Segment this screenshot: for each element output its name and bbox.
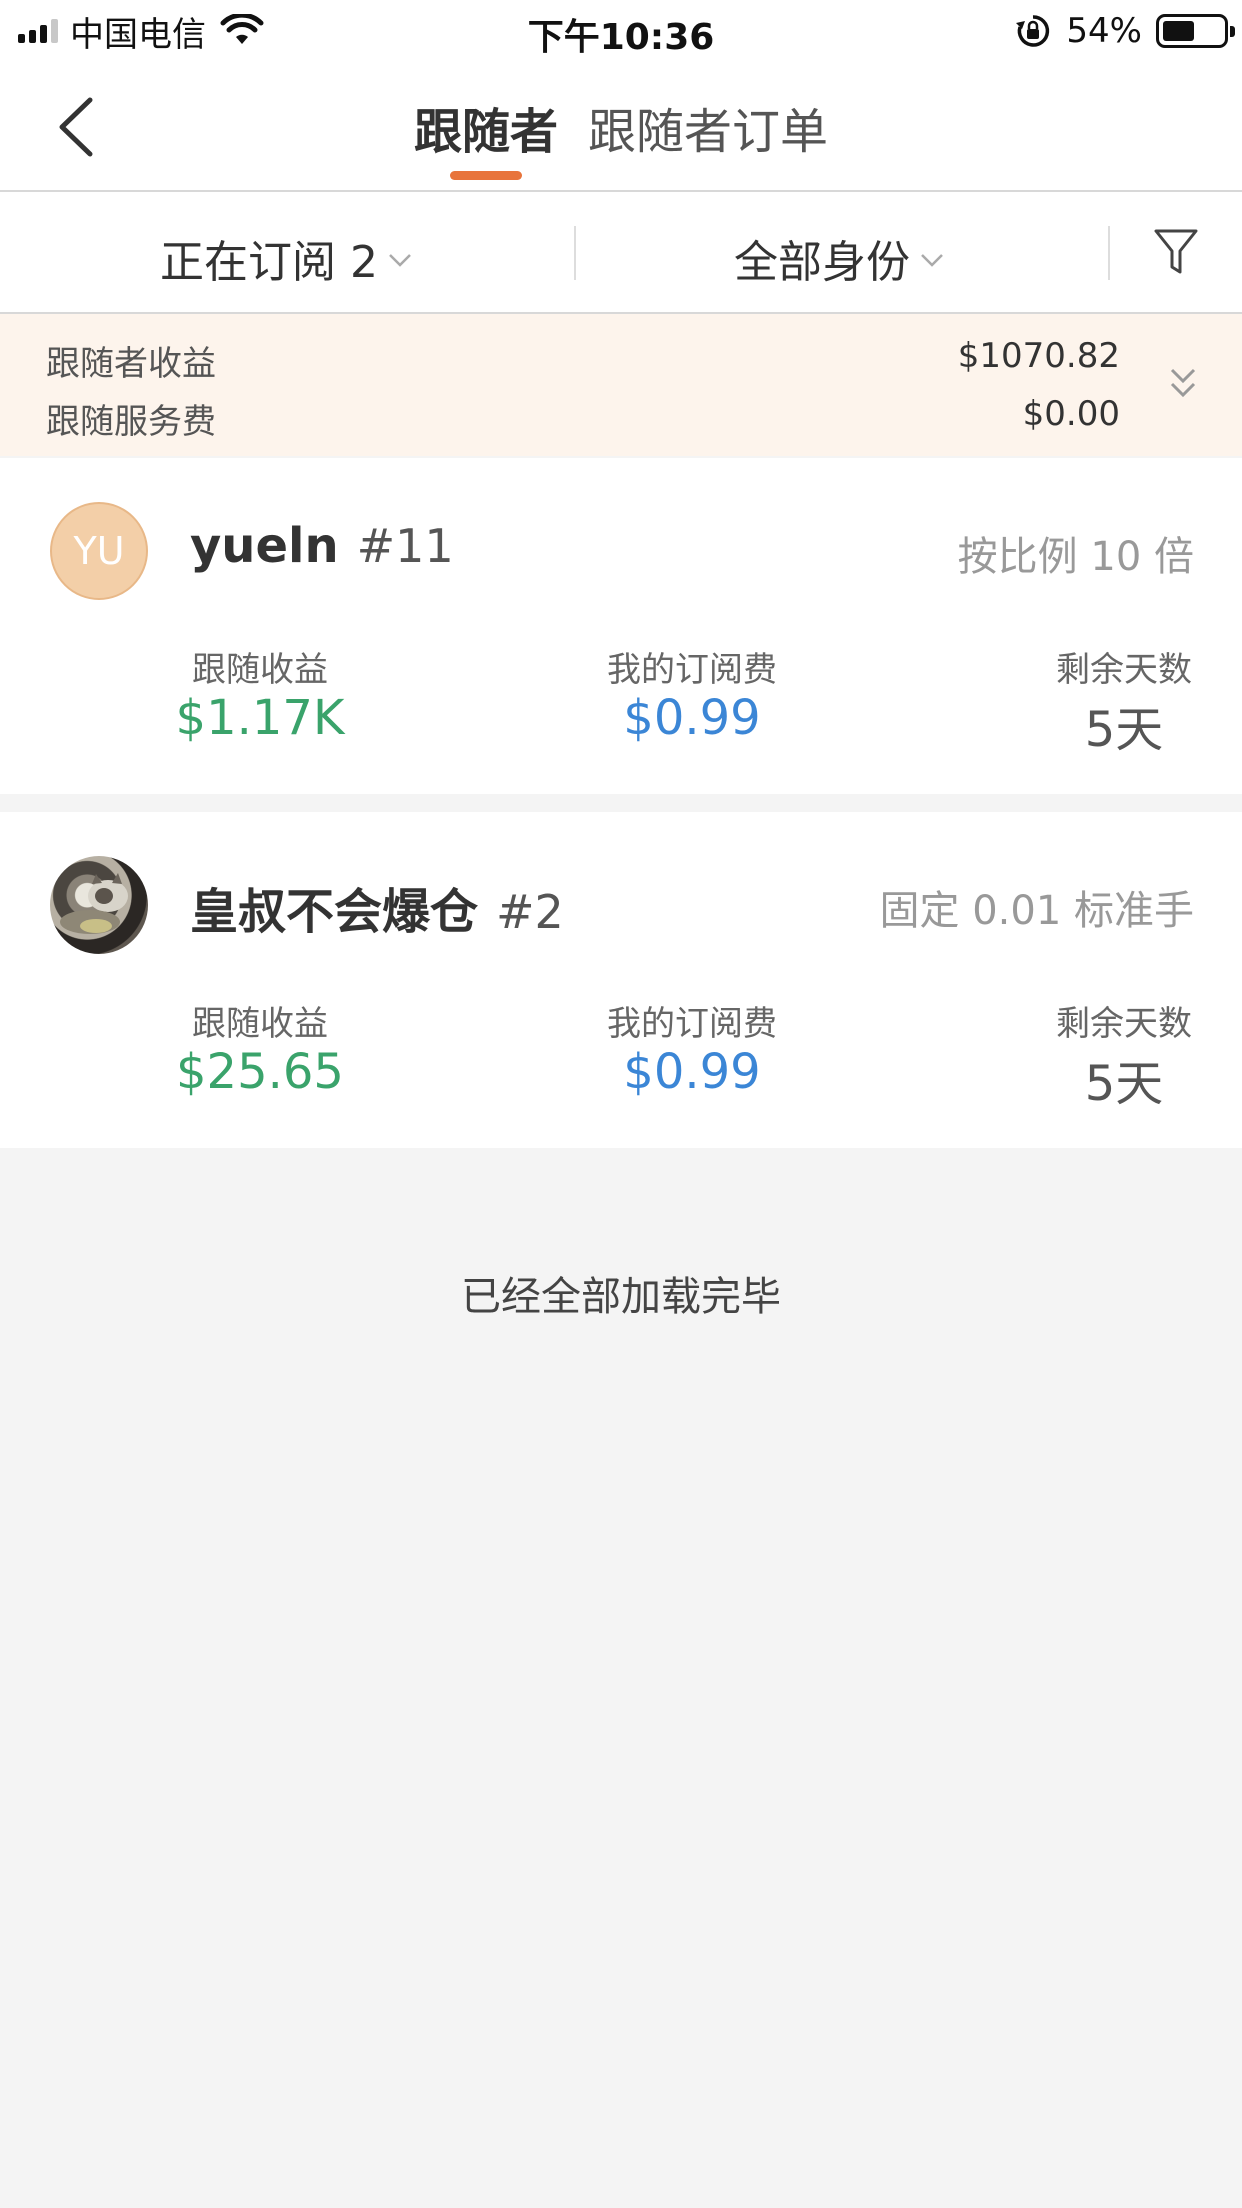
back-icon[interactable] bbox=[50, 92, 104, 162]
nav-bar: 跟随者 跟随者订单 bbox=[0, 62, 1242, 192]
avatar bbox=[50, 856, 148, 954]
follower-number: #2 bbox=[496, 885, 564, 939]
identity-filter-label: 全部身份 bbox=[734, 237, 910, 288]
avatar: YU bbox=[50, 502, 148, 600]
follower-card[interactable]: YU yueln #11 按比例 10 倍 跟随收益 $1.17K 我的订阅费 $… bbox=[0, 458, 1242, 794]
rotation-lock-icon bbox=[1016, 15, 1050, 47]
stat-value: $0.99 bbox=[623, 1044, 761, 1100]
status-bar: 中国电信 下午10:36 54% bbox=[0, 0, 1242, 62]
follow-mode: 按比例 10 倍 bbox=[957, 534, 1194, 580]
summary-label: 跟随服务费 bbox=[46, 402, 216, 442]
stat-label: 我的订阅费 bbox=[607, 1004, 777, 1044]
stat-value: 5天 bbox=[1084, 1056, 1164, 1112]
subscription-filter-label: 正在订阅 2 bbox=[160, 237, 378, 288]
filter-divider bbox=[1108, 226, 1110, 280]
follower-name: yueln #11 bbox=[190, 518, 454, 574]
tab-followers[interactable]: 跟随者 bbox=[414, 92, 558, 162]
stat-label: 剩余天数 bbox=[1056, 1004, 1192, 1044]
battery-icon bbox=[1156, 14, 1235, 48]
tab-active-indicator bbox=[450, 171, 522, 180]
subscription-filter[interactable]: 正在订阅 2 bbox=[160, 226, 412, 290]
follower-name: 皇叔不会爆仓 #2 bbox=[190, 872, 564, 942]
chevron-down-icon bbox=[921, 254, 943, 267]
cat-photo-icon bbox=[60, 873, 128, 934]
follow-mode: 固定 0.01 标准手 bbox=[879, 888, 1195, 934]
stat-label: 跟随收益 bbox=[192, 1004, 328, 1044]
stat-value: $25.65 bbox=[176, 1044, 344, 1100]
filter-funnel-icon[interactable] bbox=[1152, 226, 1200, 278]
stat-label: 跟随收益 bbox=[192, 650, 328, 690]
earnings-summary: 跟随者收益 $1070.82 跟随服务费 $0.00 bbox=[0, 314, 1242, 456]
summary-value: $0.00 bbox=[1022, 394, 1120, 434]
summary-label: 跟随者收益 bbox=[46, 344, 216, 384]
follower-number: #11 bbox=[356, 519, 454, 573]
follower-name-text: yueln bbox=[190, 518, 339, 574]
double-chevron-down-icon[interactable] bbox=[1168, 364, 1198, 404]
stat-label: 剩余天数 bbox=[1056, 650, 1192, 690]
filter-bar: 正在订阅 2 全部身份 bbox=[0, 192, 1242, 314]
stat-value: 5天 bbox=[1084, 702, 1164, 758]
stat-value: $1.17K bbox=[175, 690, 345, 746]
identity-filter[interactable]: 全部身份 bbox=[734, 226, 944, 290]
battery-percent: 54% bbox=[1066, 11, 1142, 51]
stat-label: 我的订阅费 bbox=[607, 650, 777, 690]
battery-fill bbox=[1163, 21, 1195, 41]
filter-divider bbox=[574, 226, 576, 280]
chevron-down-icon bbox=[389, 254, 411, 267]
follower-name-text: 皇叔不会爆仓 bbox=[190, 884, 479, 940]
all-loaded-message: 已经全部加载完毕 bbox=[461, 1274, 781, 1320]
stat-value: $0.99 bbox=[623, 690, 761, 746]
summary-value: $1070.82 bbox=[957, 336, 1120, 376]
status-right: 54% bbox=[1014, 10, 1235, 52]
tab-follower-orders[interactable]: 跟随者订单 bbox=[588, 92, 828, 162]
follower-card[interactable]: 皇叔不会爆仓 #2 固定 0.01 标准手 跟随收益 $25.65 我的订阅费 $… bbox=[0, 812, 1242, 1148]
